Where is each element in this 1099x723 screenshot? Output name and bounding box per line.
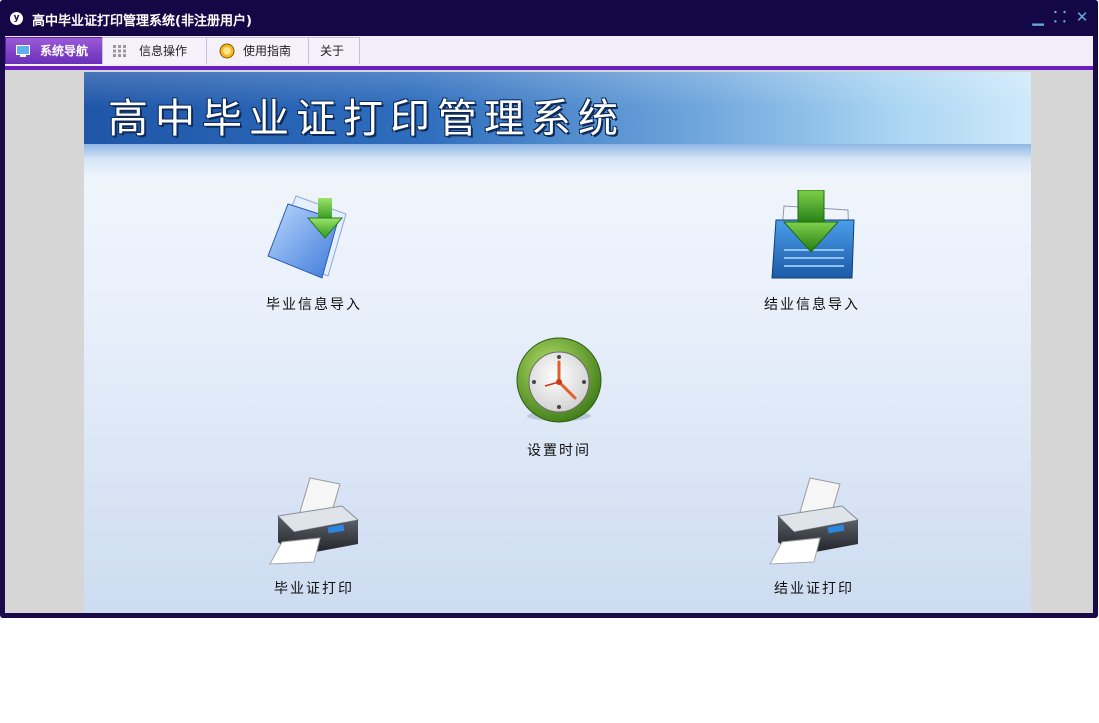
tab-system-navigation[interactable]: 系统导航 bbox=[5, 37, 103, 64]
graduation-info-import-button[interactable]: 毕业信息导入 bbox=[254, 190, 374, 318]
set-time-label: 设置时间 bbox=[527, 443, 591, 459]
tab-label: 使用指南 bbox=[243, 44, 292, 58]
tab-user-guide[interactable]: 使用指南 bbox=[206, 37, 309, 64]
banner-fade bbox=[84, 144, 1031, 178]
menu-bar: 系统导航 信息操作 使用指南 关于 bbox=[5, 36, 1093, 66]
help-icon bbox=[219, 43, 235, 59]
graduation-certificate-print-button[interactable]: 毕业证打印 bbox=[264, 476, 364, 600]
minimize-button[interactable]: ▁ bbox=[1030, 8, 1046, 26]
completion-info-import-button[interactable]: 结业信息导入 bbox=[752, 190, 872, 318]
banner-title: 高中毕业证打印管理系统 bbox=[108, 96, 625, 142]
banner: 高中毕业证打印管理系统 bbox=[84, 72, 1031, 144]
tab-label: 信息操作 bbox=[139, 44, 188, 58]
completion-certificate-print-button[interactable]: 结业证打印 bbox=[764, 476, 864, 600]
folder-import-icon bbox=[771, 190, 855, 279]
graduation-certificate-print-label: 毕业证打印 bbox=[274, 581, 354, 597]
navigation-panel: 高中毕业证打印管理系统 毕业信息导入 结业信息导入 设置时间 毕业证打印 结业证… bbox=[84, 72, 1031, 613]
set-time-button[interactable]: 设置时间 bbox=[509, 336, 609, 460]
tab-info-operations[interactable]: 信息操作 bbox=[102, 37, 207, 64]
tab-label: 关于 bbox=[320, 44, 345, 58]
completion-certificate-print-label: 结业证打印 bbox=[774, 581, 854, 597]
graduation-info-import-label: 毕业信息导入 bbox=[266, 297, 362, 313]
completion-info-import-label: 结业信息导入 bbox=[764, 297, 860, 313]
clock-icon bbox=[516, 337, 602, 423]
restore-button[interactable]: ⸬ bbox=[1052, 8, 1068, 26]
tab-label: 系统导航 bbox=[40, 44, 89, 58]
grid-icon bbox=[113, 45, 126, 57]
monitor-icon bbox=[16, 45, 30, 57]
close-button[interactable]: ✕ bbox=[1074, 8, 1090, 26]
window-title: 高中毕业证打印管理系统(非注册用户) bbox=[32, 14, 252, 29]
title-bar[interactable]: y 高中毕业证打印管理系统(非注册用户) ▁ ⸬ ✕ bbox=[0, 0, 1098, 36]
app-window: y 高中毕业证打印管理系统(非注册用户) ▁ ⸬ ✕ 系统导航 信息操作 使用指… bbox=[0, 0, 1098, 618]
printer-icon bbox=[269, 477, 360, 565]
app-logo-icon: y bbox=[10, 12, 23, 25]
tab-about[interactable]: 关于 bbox=[308, 37, 360, 64]
document-import-icon bbox=[267, 195, 347, 279]
printer-icon bbox=[769, 477, 860, 565]
